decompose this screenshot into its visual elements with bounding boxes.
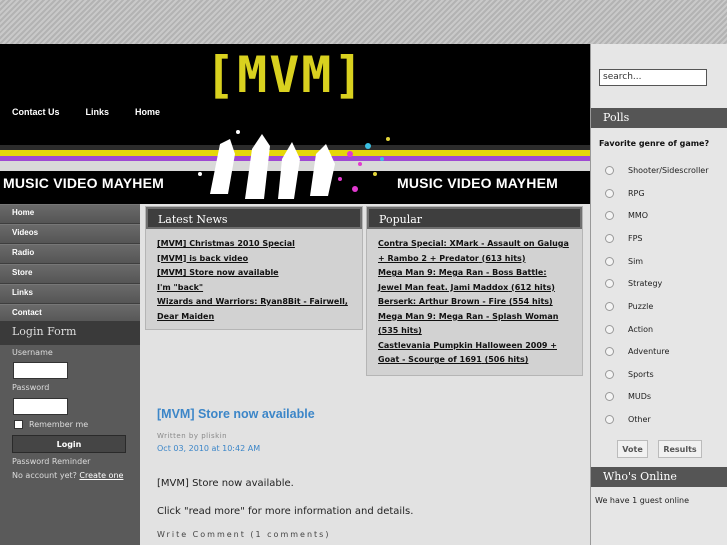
username-input[interactable] [13, 362, 68, 379]
leftnav-videos[interactable]: Videos [0, 224, 140, 244]
poll-radio[interactable] [605, 347, 614, 356]
main-content: Latest News [MVM] Christmas 2010 Special… [140, 204, 590, 545]
latest-news-item[interactable]: [MVM] is back video [157, 252, 351, 267]
remember-me-label: Remember me [29, 420, 89, 429]
poll-option[interactable]: Puzzle [605, 302, 653, 311]
poll-radio[interactable] [605, 415, 614, 424]
latest-news-box: Latest News [MVM] Christmas 2010 Special… [145, 206, 363, 330]
no-account-label: No account yet? [12, 471, 77, 480]
poll-option[interactable]: FPS [605, 234, 643, 243]
topnav-contact-us[interactable]: Contact Us [12, 107, 60, 117]
right-sidebar: search... Polls Favorite genre of game? … [590, 44, 727, 545]
site-header: [MVM] Contact Us Links Home MUSIC VIDEO … [0, 44, 590, 204]
poll-radio[interactable] [605, 325, 614, 334]
vote-button[interactable]: Vote [617, 440, 648, 458]
topnav-links[interactable]: Links [86, 107, 110, 117]
poll-option[interactable]: Sports [605, 370, 654, 379]
create-account-link[interactable]: Create one [79, 471, 123, 480]
article-title[interactable]: [MVM] Store now available [157, 407, 315, 421]
hit-count: (506 hits) [484, 355, 529, 364]
article-paragraph: [MVM] Store now available. [157, 478, 294, 489]
password-reminder-link[interactable]: Password Reminder [12, 457, 90, 466]
popular-item[interactable]: Mega Man 9: Mega Ran - Splash Woman (535… [378, 310, 571, 339]
poll-option[interactable]: Sim [605, 257, 643, 266]
poll-radio[interactable] [605, 166, 614, 175]
poll-option[interactable]: Strategy [605, 279, 662, 288]
poll-radio[interactable] [605, 302, 614, 311]
results-button[interactable]: Results [658, 440, 702, 458]
site-logo[interactable]: [MVM] [205, 46, 366, 104]
latest-news-item[interactable]: [MVM] Store now available [157, 266, 351, 281]
remember-me[interactable]: Remember me [14, 420, 88, 429]
leftnav-links[interactable]: Links [0, 284, 140, 304]
popular-box: Popular Contra Special: XMark - Assault … [366, 206, 583, 376]
whos-online-text: We have 1 guest online [595, 496, 690, 505]
poll-radio[interactable] [605, 234, 614, 243]
top-nav: Contact Us Links Home [12, 107, 186, 117]
latest-news-item[interactable]: I'm "back" [157, 281, 351, 296]
tagline-right: MUSIC VIDEO MAYHEM [397, 175, 558, 191]
popular-item[interactable]: Castlevania Pumpkin Halloween 2009 + Goa… [378, 339, 571, 368]
poll-radio[interactable] [605, 211, 614, 220]
popular-item[interactable]: Contra Special: XMark - Assault on Galug… [378, 237, 571, 266]
login-button[interactable]: Login [12, 435, 126, 453]
poll-question: Favorite genre of game? [599, 139, 710, 148]
poll-option[interactable]: MUDs [605, 392, 651, 401]
leftnav-home[interactable]: Home [0, 204, 140, 224]
poll-radio[interactable] [605, 370, 614, 379]
poll-option[interactable]: Adventure [605, 347, 669, 356]
hit-count: (612 hits) [511, 282, 555, 292]
no-account-text: No account yet? Create one [12, 471, 123, 480]
article-author: Written by pliskin [157, 432, 228, 440]
poll-option[interactable]: MMO [605, 211, 648, 220]
username-label: Username [12, 348, 53, 357]
password-label: Password [12, 383, 50, 392]
password-input[interactable] [13, 398, 68, 415]
popular-item[interactable]: Mega Man 9: Mega Ran - Boss Battle: Jewe… [378, 266, 571, 295]
poll-option[interactable]: Shooter/Sidescroller [605, 166, 709, 175]
remember-me-checkbox[interactable] [14, 420, 23, 429]
tagline-left: MUSIC VIDEO MAYHEM [3, 175, 164, 191]
latest-news-title: Latest News [146, 207, 362, 229]
whos-online-title: Who's Online [591, 467, 727, 487]
popular-title: Popular [367, 207, 582, 229]
popular-item[interactable]: Berserk: Arthur Brown - Fire (554 hits) [378, 295, 571, 310]
article-date: Oct 03, 2010 at 10:42 AM [157, 444, 261, 453]
latest-news-item[interactable]: Wizards and Warriors: Ryan8Bit - Fairwel… [157, 295, 351, 324]
polls-title: Polls [591, 108, 727, 128]
write-comment-link[interactable]: Write Comment (1 comments) [157, 530, 330, 539]
topnav-home[interactable]: Home [135, 107, 160, 117]
poll-radio[interactable] [605, 392, 614, 401]
poll-option[interactable]: RPG [605, 189, 645, 198]
poll-radio[interactable] [605, 257, 614, 266]
search-input[interactable]: search... [599, 69, 707, 86]
left-sidebar: Home Videos Radio Store Links Contact Lo… [0, 204, 140, 545]
poll-radio[interactable] [605, 189, 614, 198]
top-stripe [0, 0, 727, 44]
header-art-silhouettes [198, 130, 390, 199]
article-paragraph: Click "read more" for more information a… [157, 506, 414, 517]
poll-radio[interactable] [605, 279, 614, 288]
hit-count: (613 hits) [481, 253, 526, 263]
poll-option[interactable]: Other [605, 415, 651, 424]
hit-count: (554 hits) [508, 297, 553, 306]
leftnav-radio[interactable]: Radio [0, 244, 140, 264]
hit-count: (535 hits) [378, 326, 422, 335]
poll-option[interactable]: Action [605, 325, 653, 334]
latest-news-item[interactable]: [MVM] Christmas 2010 Special [157, 237, 351, 252]
login-form-title: Login Form [0, 321, 140, 345]
leftnav-store[interactable]: Store [0, 264, 140, 284]
